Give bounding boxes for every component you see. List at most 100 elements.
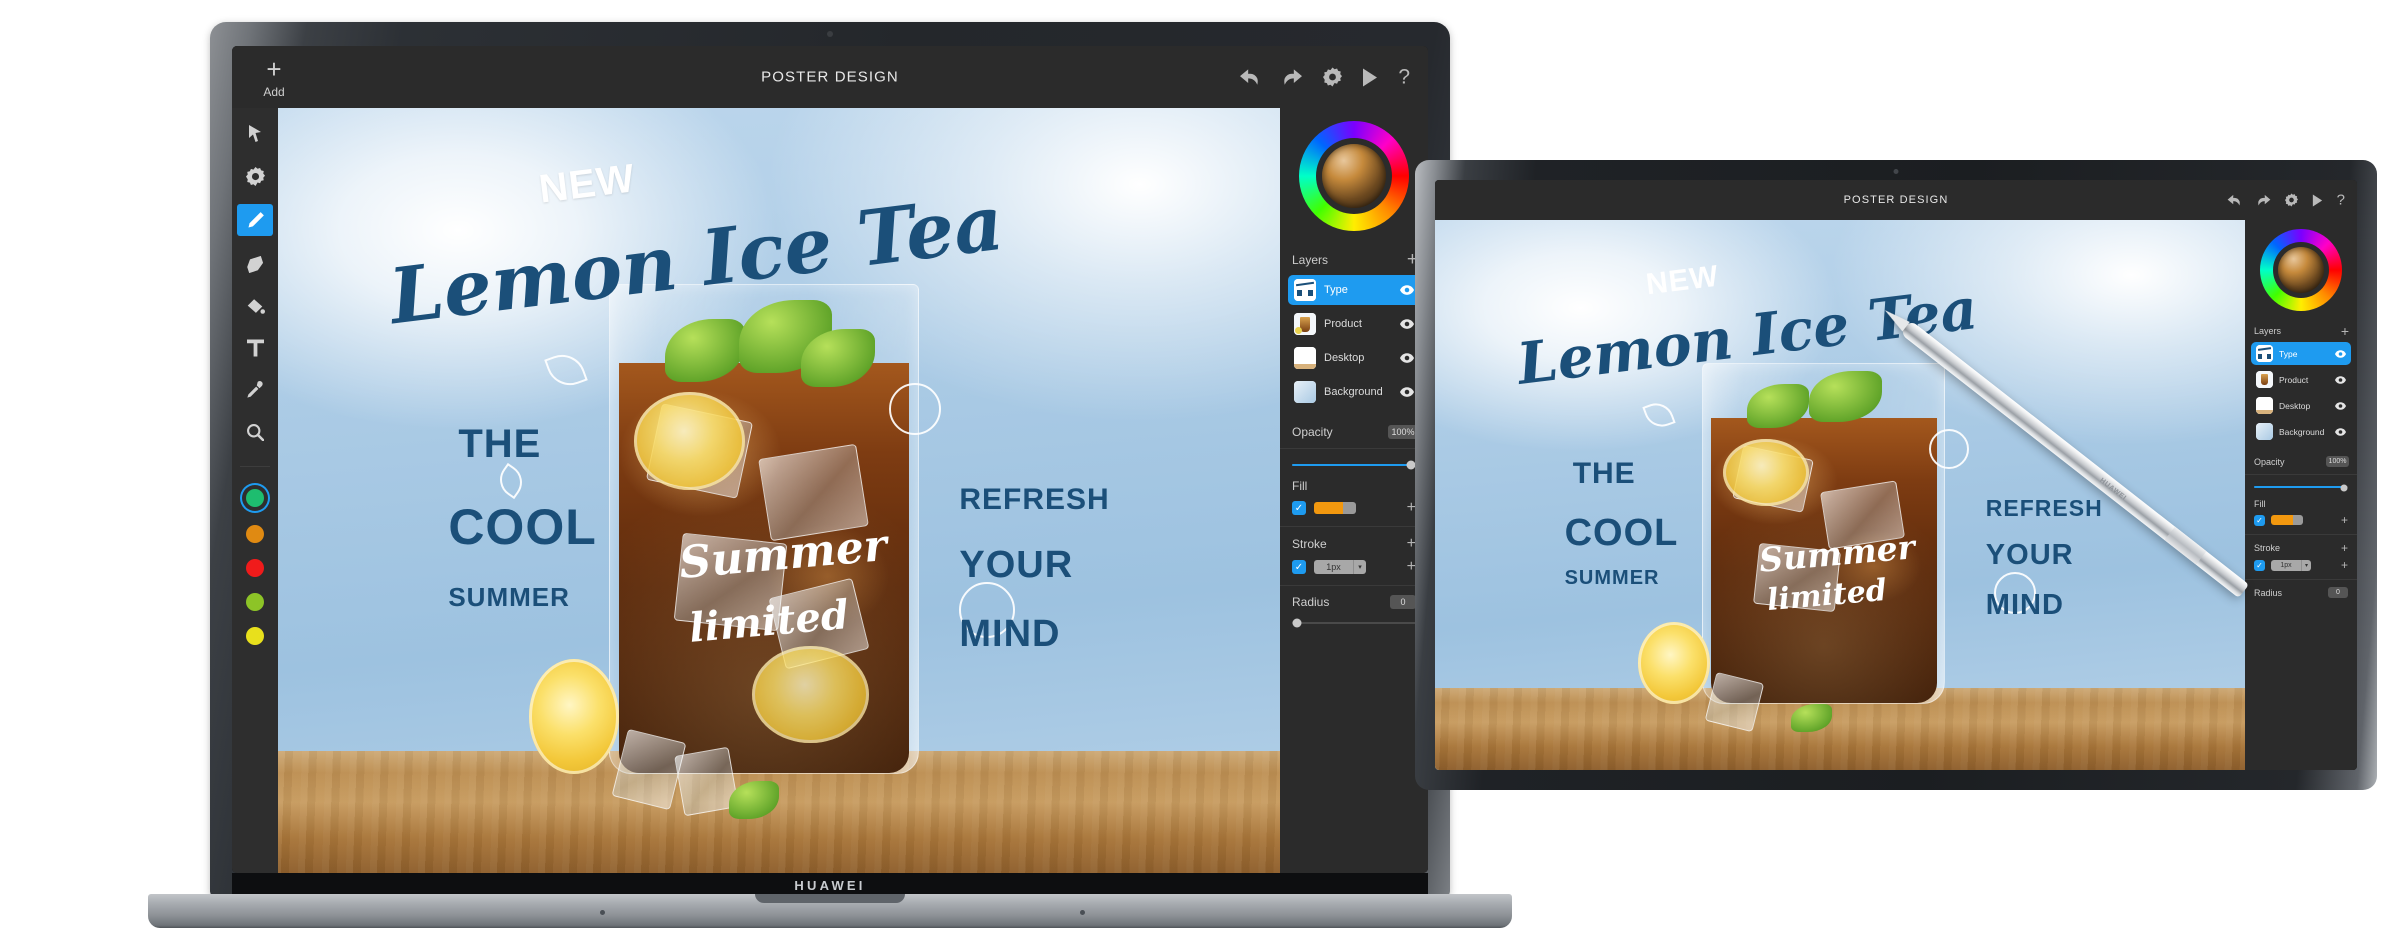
layer-thumb-product [1294,313,1316,335]
opacity-slider[interactable] [1280,449,1428,470]
top-bar-actions-tablet: ? [2227,193,2345,208]
layer-item-desktop[interactable]: Desktop [2251,394,2351,417]
poster-left-line-2: COOL [1564,511,1679,554]
tablet-screen: POSTER DESIGN ? NEW Lemon Ice Tea THE CO… [1435,180,2357,770]
screenshot-root: + Add POSTER DESIGN ? NEW Lemon Ice Tea … [0,0,2400,947]
redo-icon[interactable] [2256,193,2271,207]
swatch-yellow[interactable] [242,623,268,649]
eraser-tool[interactable] [239,250,271,278]
fill-checkbox[interactable]: ✓ [2254,514,2265,526]
opacity-header: Opacity 100% [1280,425,1428,439]
layer-item-desktop[interactable]: Desktop [1288,343,1420,373]
play-icon[interactable] [2312,194,2323,206]
eye-icon[interactable] [2335,375,2346,384]
stroke-checkbox[interactable]: ✓ [1292,560,1306,574]
select-tool[interactable] [239,120,271,148]
eye-icon[interactable] [1400,353,1414,363]
plus-icon: + [266,54,282,84]
swatch-lime[interactable] [242,589,268,615]
eye-icon[interactable] [2335,349,2346,358]
color-wheel[interactable] [2245,220,2357,320]
layers-list: Type Product Desktop Background [1280,275,1428,407]
magnifier-tool[interactable] [239,418,271,446]
swatch-orange[interactable] [242,521,268,547]
layer-item-product[interactable]: Product [2251,368,2351,391]
color-wheel-inner[interactable] [2278,247,2324,293]
chevron-down-icon[interactable]: ▾ [2301,559,2311,571]
eyedropper-tool[interactable] [239,376,271,404]
layer-name: Background [1324,386,1383,398]
opacity-value[interactable]: 100% [2326,456,2349,467]
poster-right-line-2: YOUR [959,544,1074,587]
add-fill-button[interactable]: + [2341,514,2348,526]
layer-item-type[interactable]: Type [2251,342,2351,365]
layer-item-type[interactable]: Type [1288,275,1420,305]
chevron-down-icon[interactable]: ▾ [1353,560,1366,574]
layer-name: Type [2279,348,2298,359]
stroke-width-dropdown[interactable]: 1px ▾ [2271,559,2311,571]
color-wheel-inner[interactable] [1322,144,1386,208]
lemon-half [1637,621,1711,704]
color-wheel[interactable] [1280,108,1428,244]
stroke-label: Stroke [2254,543,2281,553]
fill-checkbox[interactable]: ✓ [1292,501,1306,515]
settings-tool[interactable] [239,162,271,190]
radius-value[interactable]: 0 [1390,595,1416,609]
layer-item-background[interactable]: Background [1288,377,1420,407]
radius-value[interactable]: 0 [2328,587,2348,598]
design-canvas[interactable]: NEW Lemon Ice Tea THE COOL SUMMER REFRES… [278,108,1280,873]
paint-bucket-tool[interactable] [239,292,271,320]
add-button[interactable]: + Add [246,56,302,99]
gear-icon[interactable] [2284,193,2298,207]
leaf-outline-icon [543,348,588,392]
eye-icon[interactable] [1400,285,1414,295]
laptop-webcam-icon [827,31,833,37]
undo-icon[interactable] [2227,193,2242,207]
layer-thumb-background [2256,423,2273,440]
poster-left-line-1: THE [458,421,542,466]
poster-new-badge: NEW [536,155,638,212]
add-layer-button[interactable]: + [2341,324,2349,338]
stroke-checkbox[interactable]: ✓ [2254,559,2265,571]
eye-icon[interactable] [2335,401,2346,410]
gear-icon[interactable] [1323,67,1343,87]
pencil-tool[interactable] [237,204,273,236]
swatch-red[interactable] [242,555,268,581]
fill-color-swatch[interactable] [2271,515,2303,525]
opacity-slider-tablet[interactable] [2245,475,2357,492]
poster-left-line-3: SUMMER [448,582,570,613]
play-icon[interactable] [1362,68,1378,86]
radius-slider[interactable] [1292,618,1416,628]
stroke-width-dropdown[interactable]: 1px ▾ [1314,560,1366,574]
help-icon[interactable]: ? [2337,193,2345,208]
properties-panel: Layers + Type Product Desktop Background… [1280,108,1428,873]
help-icon[interactable]: ? [1398,67,1410,88]
swatch-green[interactable] [242,485,268,511]
text-tool[interactable] [239,334,271,362]
undo-icon[interactable] [1239,67,1261,87]
add-stroke-button[interactable]: + [2341,559,2348,571]
top-bar: + Add POSTER DESIGN ? [232,46,1428,108]
layer-item-product[interactable]: Product [1288,309,1420,339]
stroke-label: Stroke [1292,537,1327,551]
layer-thumb-product [2256,371,2273,388]
layer-item-background[interactable]: Background [2251,420,2351,443]
fill-label: Fill [2254,499,2266,509]
stroke-width-value: 1px [2280,561,2292,569]
workspace-tablet: NEW Lemon Ice Tea THE COOL SUMMER REFRES… [1435,220,2357,770]
base-foot-dot [1080,910,1085,915]
eye-icon[interactable] [1400,319,1414,329]
opacity-value[interactable]: 100% [1388,425,1418,439]
fill-section-tablet: Fill ✓ + [2245,492,2357,526]
stroke-header-add-button[interactable]: + [2341,542,2348,554]
eye-icon[interactable] [1400,387,1414,397]
opacity-label: Opacity [2254,456,2285,467]
opacity-header-tablet: Opacity 100% [2245,456,2357,467]
laptop-brand-label: HUAWEI [794,877,866,893]
layers-list-tablet: Type Product Desktop Background [2245,342,2357,443]
lemon-outline-icon [889,383,942,436]
stroke-section-tablet: Stroke + ✓ 1px ▾ + [2245,535,2357,571]
fill-color-swatch[interactable] [1314,502,1356,514]
redo-icon[interactable] [1281,67,1303,87]
eye-icon[interactable] [2335,427,2346,436]
